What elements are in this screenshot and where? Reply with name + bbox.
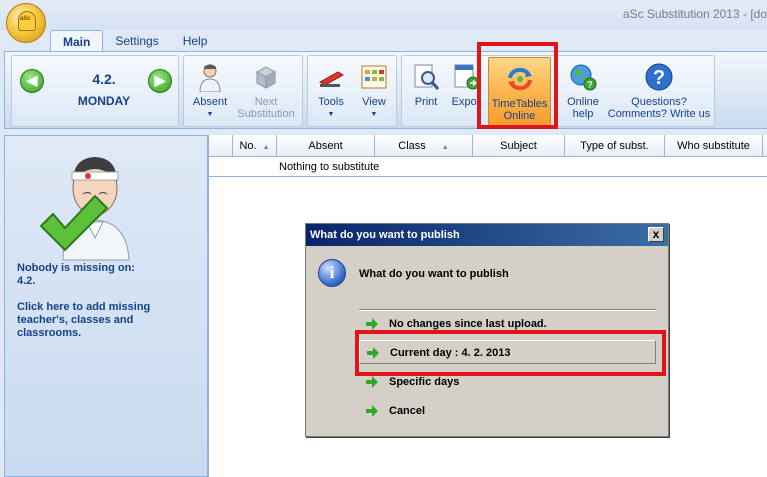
sort-up-icon: ▲ xyxy=(441,144,449,151)
arrow-right-icon xyxy=(366,376,378,388)
add-missing-link[interactable]: Click here to add missing xyxy=(17,301,150,314)
column-subject[interactable]: Subject xyxy=(473,135,565,157)
arrow-right-icon xyxy=(367,347,379,359)
window-title: aSc Substitution 2013 - [do xyxy=(622,7,767,21)
absent-group: Absent ▼ Next Substitution xyxy=(183,55,303,127)
chevron-down-icon: ▼ xyxy=(370,111,378,118)
ribbon-tabs: Main Settings Help xyxy=(50,30,219,52)
arrow-right-icon: ▶ xyxy=(154,72,166,88)
chevron-down-icon: ▼ xyxy=(327,111,335,118)
dialog-heading: What do you want to publish xyxy=(359,268,509,280)
dialog-title-bar: What do you want to publish x xyxy=(306,224,668,246)
close-button[interactable]: x xyxy=(648,227,664,242)
option-specific-days[interactable]: Specific days xyxy=(359,370,656,394)
column-type-of-subst[interactable]: Type of subst. xyxy=(565,135,665,157)
chevron-down-icon: ▼ xyxy=(206,111,214,118)
box-icon xyxy=(251,62,281,92)
divider xyxy=(359,309,656,311)
healthy-teacher-icon xyxy=(33,142,153,262)
publish-dialog: What do you want to publish x i What do … xyxy=(305,223,669,437)
nobody-missing-label: Nobody is missing on: xyxy=(17,262,135,274)
view-button[interactable]: View ▼ xyxy=(354,56,394,121)
tab-help[interactable]: Help xyxy=(171,30,220,52)
timetables-online-button[interactable]: TimeTables Online xyxy=(488,57,551,127)
previous-day-button[interactable]: ◀ xyxy=(20,69,44,93)
next-substitution-button[interactable]: Next Substitution xyxy=(232,56,300,120)
current-day: MONDAY xyxy=(77,94,131,108)
column-who-substitute[interactable]: Who substitute xyxy=(665,135,763,157)
globe-help-icon: ? xyxy=(568,62,598,92)
sort-up-icon: ▲ xyxy=(262,144,270,151)
nobody-missing-date: 4.2. xyxy=(17,275,36,287)
table-header: No. ▲ Absent Class ▲ Subject Type of subst… xyxy=(209,135,767,157)
calendar-grid-icon xyxy=(359,62,389,92)
date-group: ◀ 4.2. MONDAY ▶ xyxy=(11,55,179,127)
arrow-right-icon xyxy=(366,405,378,417)
option-cancel[interactable]: Cancel xyxy=(359,399,656,423)
tab-settings[interactable]: Settings xyxy=(103,30,170,52)
publish-group: Print Expor TimeTables Online ? Online h… xyxy=(401,55,715,127)
question-icon: ? xyxy=(644,62,674,92)
stapler-icon xyxy=(316,62,346,92)
column-no[interactable]: No. ▲ xyxy=(233,135,277,157)
arrow-left-icon: ◀ xyxy=(26,72,38,88)
column-spacer xyxy=(209,135,233,157)
add-missing-link-line2[interactable]: teacher's, classes and xyxy=(17,314,133,327)
tools-group: Tools ▼ View ▼ xyxy=(307,55,397,127)
column-class[interactable]: Class ▲ xyxy=(375,135,473,157)
tab-main[interactable]: Main xyxy=(50,30,104,52)
option-no-changes[interactable]: No changes since last upload. xyxy=(359,312,656,336)
print-button[interactable]: Print xyxy=(404,56,448,108)
questions-button[interactable]: ? Questions? Comments? Write us xyxy=(606,56,712,120)
tools-button[interactable]: Tools ▼ xyxy=(310,56,352,121)
empty-message: Nothing to substitute xyxy=(279,161,380,173)
arrow-right-icon xyxy=(366,318,378,330)
current-date: 4.2. xyxy=(92,71,116,87)
absence-panel[interactable]: Nobody is missing on: 4.2. Click here to… xyxy=(4,135,208,477)
close-icon: x xyxy=(652,227,660,241)
export-button[interactable]: Expor xyxy=(448,56,484,108)
absent-button[interactable]: Absent ▼ xyxy=(188,56,232,121)
next-day-button[interactable]: ▶ xyxy=(148,69,172,93)
ribbon: ◀ 4.2. MONDAY ▶ Absent ▼ Next Substituti… xyxy=(4,51,767,129)
dialog-title: What do you want to publish xyxy=(310,229,460,241)
svg-text:?: ? xyxy=(587,80,593,90)
info-icon: i xyxy=(318,259,346,287)
add-missing-link-line3[interactable]: classrooms. xyxy=(17,327,81,340)
table-row: Nothing to substitute xyxy=(209,158,767,177)
print-preview-icon xyxy=(411,62,441,92)
column-absent[interactable]: Absent xyxy=(277,135,375,157)
online-help-button[interactable]: ? Online help xyxy=(558,56,608,120)
option-current-day[interactable]: Current day : 4. 2. 2013 xyxy=(359,340,656,364)
app-menu-button[interactable]: aSc xyxy=(6,3,46,43)
svg-text:?: ? xyxy=(653,67,665,89)
sync-arrows-icon xyxy=(505,64,535,94)
title-bar: aSc Substitution 2013 - [do xyxy=(0,0,767,30)
teacher-icon xyxy=(195,62,225,93)
export-icon xyxy=(451,62,481,92)
